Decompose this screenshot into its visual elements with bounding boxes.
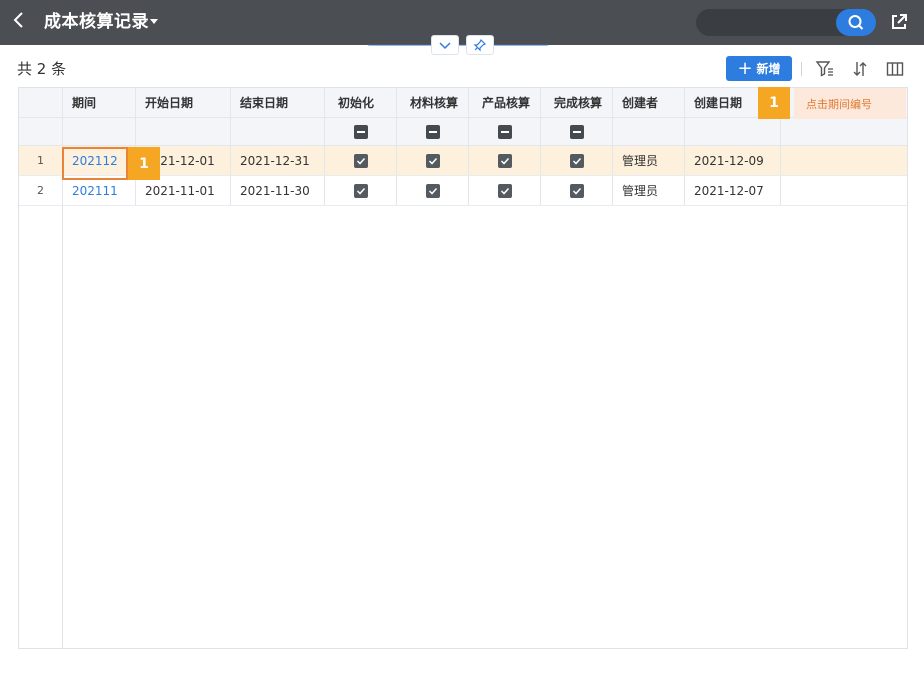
search-button[interactable] <box>836 9 876 36</box>
filter-row-number <box>19 118 63 145</box>
filter-cell-start[interactable] <box>136 118 231 145</box>
check-icon <box>572 157 581 165</box>
collapse-button[interactable] <box>431 35 459 55</box>
creator: 管理员 <box>613 176 685 205</box>
filter-cell-material[interactable] <box>397 118 469 145</box>
back-icon[interactable] <box>12 10 32 34</box>
checked-checkbox[interactable] <box>569 183 584 198</box>
row-filler <box>781 146 907 175</box>
creator: 管理员 <box>613 146 685 175</box>
filter-cell-product[interactable] <box>469 118 541 145</box>
end-date: 2021-11-30 <box>231 176 325 205</box>
pin-button[interactable] <box>466 35 494 55</box>
tutorial-row-badge: 1 <box>128 147 160 180</box>
row-number: 1 <box>19 146 63 175</box>
checked-checkbox[interactable] <box>569 153 584 168</box>
indeterminate-checkbox[interactable] <box>569 124 584 139</box>
add-button-label: 新增 <box>756 62 781 76</box>
share-icon[interactable] <box>888 11 910 33</box>
tutorial-step-badge: 1 <box>758 87 790 119</box>
tutorial-hint: 点击期间编号 <box>794 88 906 119</box>
filter-filler <box>781 118 907 145</box>
columns-icon[interactable] <box>885 59 905 79</box>
row-filler <box>781 176 907 205</box>
toolbar-divider <box>801 62 802 76</box>
column-header[interactable]: 期间 <box>63 88 136 117</box>
created-date: 2021-12-07 <box>685 176 781 205</box>
app-header: 成本核算记录 <box>0 0 924 45</box>
checked-checkbox[interactable] <box>497 183 512 198</box>
page-title[interactable]: 成本核算记录 <box>44 10 149 34</box>
row-number: 2 <box>19 176 63 205</box>
filter-row <box>19 118 907 146</box>
checked-checkbox[interactable] <box>425 183 440 198</box>
chevron-down-icon <box>439 42 451 50</box>
column-header[interactable]: 材料核算 <box>397 88 469 117</box>
tutorial-focus-highlight <box>62 147 128 180</box>
filter-cell-end[interactable] <box>231 118 325 145</box>
pin-icon <box>473 38 487 52</box>
sort-icon[interactable] <box>850 59 870 79</box>
filter-cell-period[interactable] <box>63 118 136 145</box>
indeterminate-checkbox[interactable] <box>353 124 368 139</box>
add-button[interactable]: + 新增 <box>726 56 792 81</box>
search-icon <box>848 15 864 30</box>
created-date: 2021-12-09 <box>685 146 781 175</box>
filter-cell-complete[interactable] <box>541 118 613 145</box>
chevron-down-icon[interactable] <box>150 19 158 24</box>
checked-checkbox[interactable] <box>497 153 512 168</box>
check-icon <box>428 187 437 195</box>
filter-cell-created[interactable] <box>685 118 781 145</box>
checked-checkbox[interactable] <box>425 153 440 168</box>
filter-cell-init[interactable] <box>325 118 397 145</box>
filter-cell-creator[interactable] <box>613 118 685 145</box>
filter-icon[interactable] <box>815 59 835 79</box>
column-header[interactable]: 产品核算 <box>469 88 541 117</box>
check-icon <box>500 157 509 165</box>
column-header[interactable]: 结束日期 <box>231 88 325 117</box>
row-number-header <box>19 88 63 117</box>
column-header[interactable]: 完成核算 <box>541 88 613 117</box>
column-header[interactable]: 开始日期 <box>136 88 231 117</box>
table-row[interactable]: 2 202111 2021-11-01 2021-11-30 管理员 2021-… <box>19 176 907 206</box>
checked-checkbox[interactable] <box>353 153 368 168</box>
record-count: 共 2 条 <box>17 60 67 78</box>
end-date: 2021-12-31 <box>231 146 325 175</box>
check-icon <box>356 157 365 165</box>
column-header[interactable]: 初始化 <box>325 88 397 117</box>
indeterminate-checkbox[interactable] <box>497 124 512 139</box>
check-icon <box>572 187 581 195</box>
check-icon <box>428 157 437 165</box>
check-icon <box>500 187 509 195</box>
check-icon <box>356 187 365 195</box>
plus-icon: + <box>737 57 753 79</box>
period-link[interactable]: 202111 <box>63 176 136 205</box>
checked-checkbox[interactable] <box>353 183 368 198</box>
indeterminate-checkbox[interactable] <box>425 124 440 139</box>
column-header[interactable]: 创建者 <box>613 88 685 117</box>
start-date: 2021-11-01 <box>136 176 231 205</box>
